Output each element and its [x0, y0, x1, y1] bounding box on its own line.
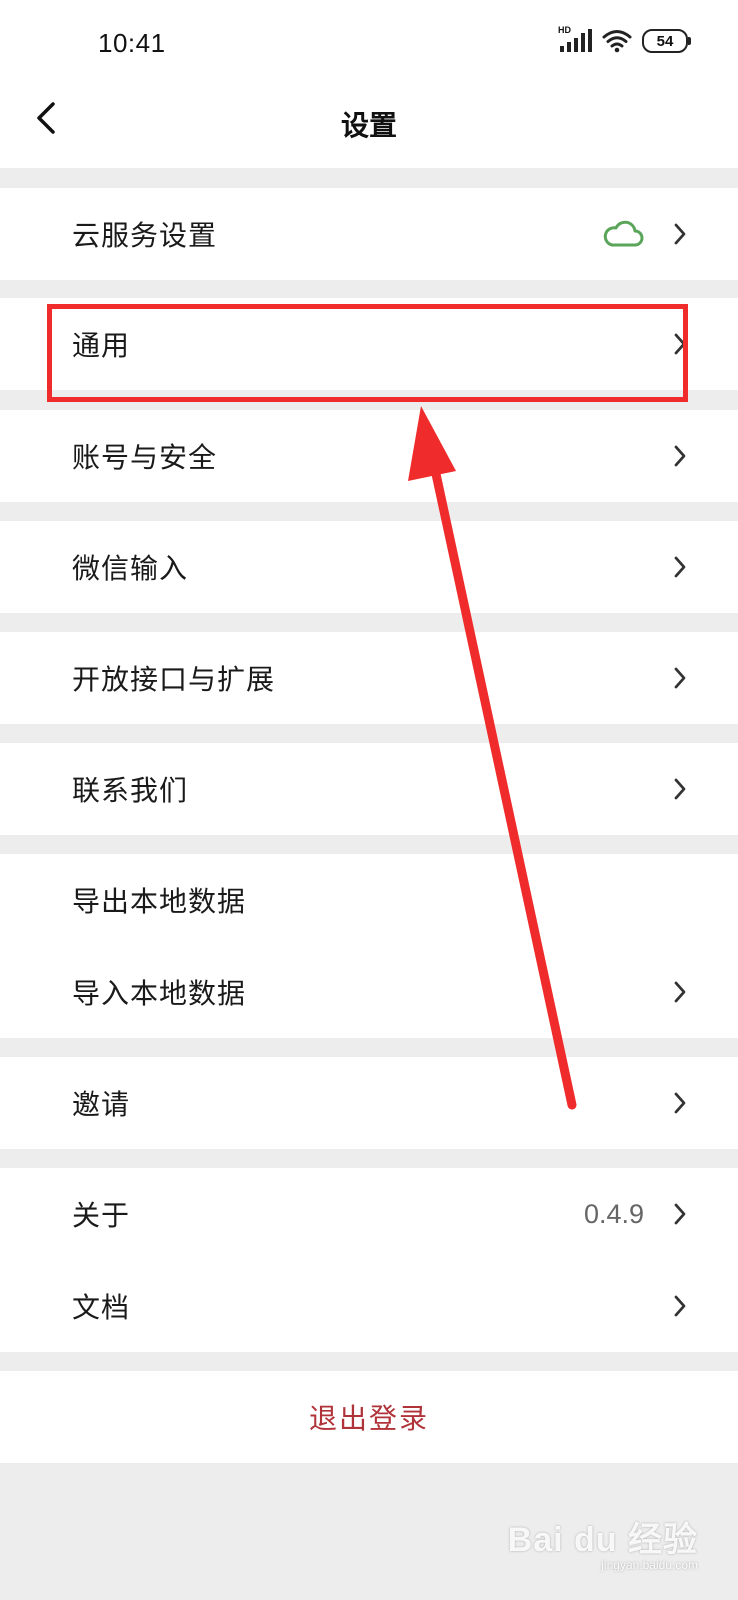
menu-item-label: 微信输入 — [72, 552, 189, 585]
row-right — [670, 664, 690, 692]
status-bar: 10:41 HD 54 — [0, 0, 738, 86]
logout-button[interactable]: 退出登录 — [0, 1371, 738, 1463]
watermark-logo: Bai du 经验 — [507, 1521, 698, 1559]
row-right — [670, 330, 690, 358]
menu-item-label: 关于 — [72, 1199, 131, 1232]
menu-item-label: 通用 — [72, 329, 131, 362]
page-title: 设置 — [340, 109, 397, 142]
menu-item-label: 导出本地数据 — [72, 885, 247, 918]
battery-level: 54 — [656, 32, 674, 50]
chevron-right-icon — [670, 1089, 690, 1117]
menu-item-open-api[interactable]: 开放接口与扩展 — [0, 632, 738, 724]
row-right: 0.4.9 — [584, 1199, 690, 1230]
row-right — [670, 442, 690, 470]
chevron-right-icon — [670, 978, 690, 1006]
version-number: 0.4.9 — [583, 1198, 644, 1229]
row-right — [670, 775, 690, 803]
menu-item-label: 导入本地数据 — [72, 977, 247, 1010]
battery-icon: 54 — [642, 29, 691, 53]
row-right — [670, 1292, 690, 1320]
row-right — [670, 553, 690, 581]
card-about-docs: 关于 0.4.9 文档 — [0, 1168, 738, 1352]
wifi-icon — [602, 29, 632, 53]
card-contact-us: 联系我们 — [0, 743, 738, 835]
card-wechat-input: 微信输入 — [0, 521, 738, 613]
chevron-right-icon — [670, 664, 690, 692]
chevron-right-icon — [670, 553, 690, 581]
card-invite: 邀请 — [0, 1057, 738, 1149]
row-right — [602, 220, 690, 248]
card-local-data: 导出本地数据 导入本地数据 — [0, 854, 738, 1038]
signal-icon: HD — [558, 25, 592, 54]
card-cloud-service: 云服务设置 — [0, 188, 738, 280]
chevron-right-icon — [670, 775, 690, 803]
menu-item-label: 文档 — [72, 1291, 131, 1324]
menu-item-general[interactable]: 通用 — [0, 298, 738, 390]
menu-item-account-security[interactable]: 账号与安全 — [0, 410, 738, 502]
card-general: 通用 — [0, 298, 738, 390]
menu-item-about[interactable]: 关于 0.4.9 — [0, 1168, 738, 1260]
nav-bar: 设置 — [0, 86, 738, 168]
chevron-right-icon — [670, 330, 690, 358]
row-right — [670, 978, 690, 1006]
menu-item-docs[interactable]: 文档 — [0, 1260, 738, 1352]
card-logout: 退出登录 — [0, 1371, 738, 1463]
menu-item-wechat-input[interactable]: 微信输入 — [0, 521, 738, 613]
menu-item-cloud-service[interactable]: 云服务设置 — [0, 188, 738, 280]
menu-item-export-data[interactable]: 导出本地数据 — [0, 854, 738, 946]
watermark-url: jingyan.baidu.com — [601, 1558, 698, 1572]
menu-item-label: 云服务设置 — [72, 219, 218, 252]
menu-item-label: 开放接口与扩展 — [72, 663, 276, 696]
card-account-security: 账号与安全 — [0, 410, 738, 502]
chevron-right-icon — [670, 1292, 690, 1320]
chevron-right-icon — [670, 1200, 690, 1228]
row-right — [670, 1089, 690, 1117]
cloud-icon — [602, 220, 644, 248]
menu-item-import-data[interactable]: 导入本地数据 — [0, 946, 738, 1038]
status-time: 10:41 — [98, 28, 166, 58]
status-icons: HD 54 — [558, 25, 691, 54]
chevron-right-icon — [670, 220, 690, 248]
menu-item-contact-us[interactable]: 联系我们 — [0, 743, 738, 835]
card-open-api: 开放接口与扩展 — [0, 632, 738, 724]
chevron-right-icon — [670, 442, 690, 470]
menu-item-label: 联系我们 — [72, 774, 189, 807]
menu-item-label: 账号与安全 — [72, 441, 218, 474]
menu-item-label: 邀请 — [72, 1088, 131, 1121]
logout-label: 退出登录 — [308, 1402, 429, 1435]
menu-item-invite[interactable]: 邀请 — [0, 1057, 738, 1149]
